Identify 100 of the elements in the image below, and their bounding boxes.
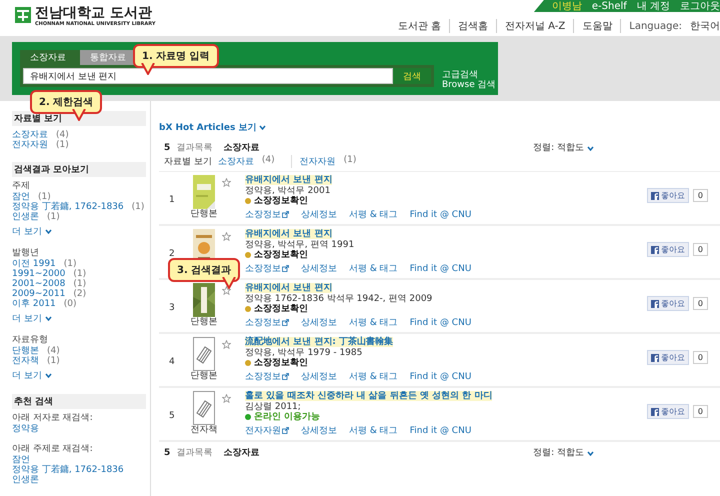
star-icon: [222, 232, 231, 241]
menu-link[interactable]: e-Shelf: [592, 0, 627, 12]
menu-link[interactable]: 내 계정: [636, 0, 670, 13]
like-button[interactable]: 좋아요: [646, 404, 689, 419]
search-tab[interactable]: 통합자료: [80, 50, 136, 65]
result-link[interactable]: Find it @ CNU: [410, 426, 472, 436]
more-link[interactable]: 더 보기: [12, 312, 146, 325]
search-link[interactable]: 고급검색: [442, 70, 496, 80]
result-count: 5: [164, 448, 170, 458]
facet-link[interactable]: 정약용 丁若鏞, 1762-1836: [12, 202, 124, 212]
facet-link[interactable]: 인생론: [12, 212, 39, 222]
external-link-icon: [282, 265, 289, 272]
result-link[interactable]: 상세정보: [301, 318, 337, 328]
group-title: 주제: [12, 181, 31, 192]
result-link[interactable]: 서평 & 태그: [349, 264, 398, 274]
result-link[interactable]: 상세정보: [301, 264, 337, 274]
like-button[interactable]: 좋아요: [646, 242, 689, 257]
nav-link[interactable]: 도움말: [574, 19, 622, 33]
facet-count: (1): [73, 269, 86, 279]
result-link[interactable]: Find it @ CNU: [410, 264, 472, 274]
filter-link[interactable]: 소장자료: [218, 155, 254, 168]
result-number: 4: [168, 356, 176, 367]
nav-link[interactable]: 전자저널 A-Z: [497, 19, 574, 33]
facet-link[interactable]: 2009~2011: [12, 289, 66, 299]
result-label: 결과목록: [176, 143, 212, 153]
facet-link[interactable]: 전자책: [12, 356, 39, 366]
result-link[interactable]: Find it @ CNU: [410, 372, 472, 382]
result-link[interactable]: 상세정보: [301, 372, 337, 382]
like-button[interactable]: 좋아요: [646, 350, 689, 365]
result-link[interactable]: Find it @ CNU: [410, 318, 472, 328]
user-name[interactable]: 이병남: [552, 0, 582, 13]
result-link[interactable]: 서평 & 태그: [349, 426, 398, 436]
sort-dropdown[interactable]: 정렬: 적합도: [533, 448, 594, 458]
status-text: 소장정보확인: [254, 196, 308, 206]
facet-link[interactable]: 이전 1991: [12, 259, 56, 269]
filter-label: 자료별 보기: [164, 156, 212, 168]
search-link[interactable]: Browse 검색: [442, 80, 496, 90]
author-line: 정약용, 박석무 2001: [245, 186, 332, 196]
language-label: Language:: [628, 20, 682, 32]
facet-count: (1): [64, 259, 77, 269]
facet-link[interactable]: 2001~2008: [12, 279, 66, 289]
result-link[interactable]: 상세정보: [301, 210, 337, 220]
like-count: 0: [692, 351, 708, 364]
facebook-icon: [650, 354, 659, 362]
facet-link[interactable]: 정약용 丁若鏞, 1762-1836: [12, 465, 124, 475]
facet-link[interactable]: 정약용: [12, 424, 39, 434]
result-link[interactable]: 소장정보: [245, 318, 289, 328]
result-link[interactable]: Find it @ CNU: [410, 210, 472, 220]
result-link[interactable]: 서평 & 태그: [349, 372, 398, 382]
external-link-icon: [282, 373, 289, 380]
menu-link[interactable]: 로그아웃: [680, 0, 720, 13]
facet-link[interactable]: 이후 2011: [12, 299, 56, 309]
search-button[interactable]: 검색: [393, 68, 431, 84]
like-button[interactable]: 좋아요: [646, 188, 689, 203]
result-link[interactable]: 소장정보: [245, 264, 289, 274]
search-field[interactable]: 유배지에서 보낸 편지: [23, 68, 393, 84]
like-button[interactable]: 좋아요: [646, 296, 689, 311]
caret-icon: [44, 229, 52, 234]
format-label: 단행본: [190, 317, 218, 327]
result-title[interactable]: 유배지에서 보낸 편지: [245, 229, 332, 239]
facet-link[interactable]: 잠언: [12, 192, 30, 202]
result-title[interactable]: 流配地에서 보낸 편지: 丁茶山書翰集: [245, 337, 393, 347]
external-link-icon: [282, 211, 289, 218]
facet-count: (0): [64, 299, 77, 309]
result-link[interactable]: 소장정보: [245, 210, 289, 220]
facet-link[interactable]: 소장자료: [12, 130, 48, 140]
book-icon: [193, 391, 215, 425]
result-link[interactable]: 소장정보: [245, 372, 289, 382]
filter-link[interactable]: 전자자원: [300, 155, 336, 168]
external-link-icon: [282, 319, 289, 326]
format-label: 단행본: [190, 371, 218, 381]
result-link[interactable]: 상세정보: [301, 426, 337, 436]
result-scope: 소장자료: [223, 143, 260, 153]
filter-count: (4): [262, 155, 275, 167]
nav-link[interactable]: 도서관 홈: [390, 19, 450, 33]
external-link-icon: [282, 427, 289, 434]
facet-link[interactable]: 단행본: [12, 346, 39, 356]
group-title: 아래 저자로 재검색:: [12, 413, 94, 424]
result-link[interactable]: 전자자원: [245, 426, 289, 436]
caret-icon: [44, 316, 52, 321]
caret-icon: [259, 125, 266, 130]
nav-link[interactable]: 검색홈: [450, 19, 497, 33]
sort-dropdown[interactable]: 정렬: 적합도: [533, 143, 594, 153]
facet-link[interactable]: 인생론: [12, 475, 39, 485]
language-select[interactable]: 한국어: [682, 19, 720, 33]
like-count: 0: [692, 243, 708, 256]
result-title[interactable]: 유배지에서 보낸 편지: [245, 283, 332, 293]
more-link[interactable]: 더 보기: [12, 225, 146, 238]
facet-count: (4): [56, 130, 69, 140]
result-title[interactable]: 유배지에서 보낸 편지: [245, 175, 332, 185]
result-link[interactable]: 서평 & 태그: [349, 318, 398, 328]
star-icon: [222, 340, 231, 349]
facet-link[interactable]: 잠언: [12, 455, 30, 465]
result-title[interactable]: 홀로 있을 때조차 신중하라 내 삶을 뒤흔든 옛 성현의 한 마디: [245, 391, 492, 401]
facet-link[interactable]: 1991~2000: [12, 269, 66, 279]
facet-count: (1): [47, 212, 60, 222]
hot-articles-link[interactable]: bX Hot Articles 보기: [159, 121, 266, 134]
result-link[interactable]: 서평 & 태그: [349, 210, 398, 220]
more-link[interactable]: 더 보기: [12, 369, 146, 382]
facet-link[interactable]: 전자자원: [12, 140, 48, 150]
